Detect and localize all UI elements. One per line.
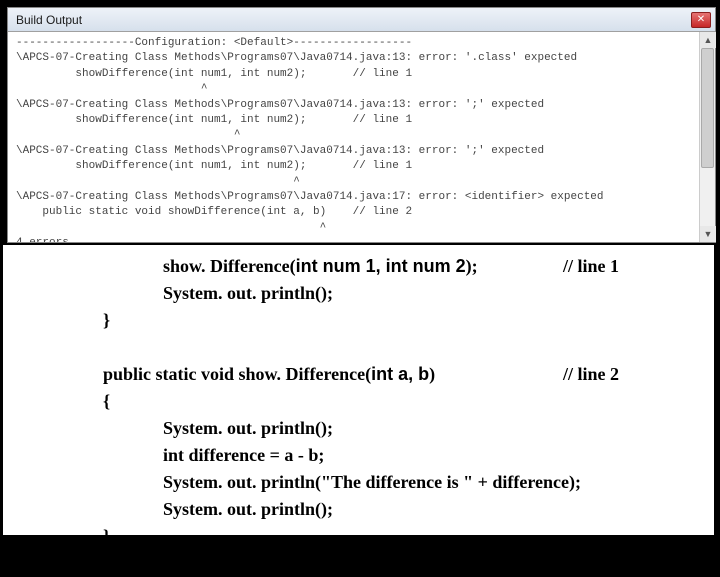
window-titlebar: Build Output ✕ <box>8 8 715 32</box>
code-text: show. Difference( <box>163 253 296 280</box>
code-text: int a, b <box>371 361 429 388</box>
code-line: System. out. println(); <box>3 415 714 442</box>
output-area: ------------------Configuration: <Defaul… <box>8 32 715 242</box>
code-line: show. Difference(int num 1, int num 2); … <box>3 253 714 280</box>
code-line: int difference = a - b; <box>3 442 714 469</box>
code-comment: // line 2 <box>563 361 619 388</box>
code-line: System. out. println(); <box>3 496 714 523</box>
code-line: public static void show. Difference(int … <box>3 361 714 388</box>
scroll-up-arrow-icon[interactable]: ▲ <box>700 32 716 48</box>
code-line: { <box>3 388 714 415</box>
build-output-window: Build Output ✕ ------------------Configu… <box>7 7 716 243</box>
code-text: } <box>103 523 110 550</box>
code-text: } <box>103 307 110 334</box>
code-text: System. out. println(); <box>163 496 333 523</box>
code-line: } <box>3 523 714 550</box>
scroll-down-arrow-icon[interactable]: ▼ <box>700 226 716 242</box>
code-blank <box>3 334 714 361</box>
code-snippet: show. Difference(int num 1, int num 2); … <box>3 243 714 535</box>
code-text: System. out. println(); <box>163 280 333 307</box>
code-text: ); <box>466 253 478 280</box>
code-text: ) <box>429 361 435 388</box>
code-line: } <box>3 550 714 577</box>
code-text: public static void show. Difference( <box>103 361 371 388</box>
code-text: System. out. println(); <box>163 415 333 442</box>
vertical-scrollbar[interactable]: ▲ ▼ <box>699 32 715 242</box>
code-text: int difference = a - b; <box>163 442 324 469</box>
code-text: } <box>23 550 30 577</box>
output-text: ------------------Configuration: <Defaul… <box>8 32 699 242</box>
code-line: System. out. println("The difference is … <box>3 469 714 496</box>
scroll-thumb[interactable] <box>701 48 714 168</box>
code-comment: // line 1 <box>563 253 619 280</box>
code-line: } <box>3 307 714 334</box>
code-line: System. out. println(); <box>3 280 714 307</box>
close-icon: ✕ <box>697 14 705 25</box>
code-text: { <box>103 388 110 415</box>
close-button[interactable]: ✕ <box>691 12 711 28</box>
code-text: System. out. println("The difference is … <box>163 469 581 496</box>
window-title: Build Output <box>12 13 691 27</box>
code-text: int num 1, int num 2 <box>296 253 466 280</box>
